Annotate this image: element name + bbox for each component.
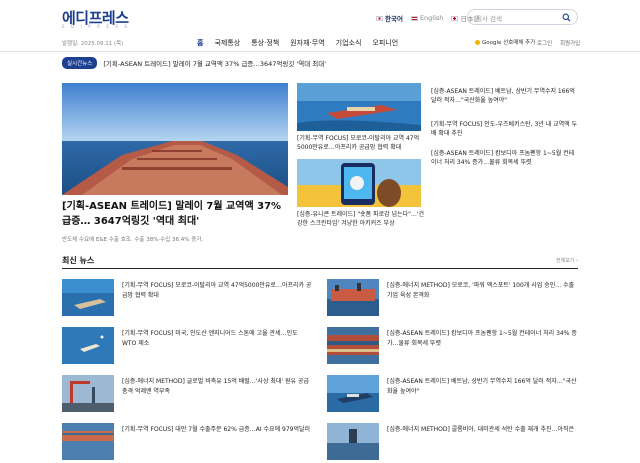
korea-flag-icon — [376, 15, 383, 21]
nav-item-opinion[interactable]: 오피니언 — [372, 38, 398, 48]
language-korean[interactable]: 한국어 — [376, 13, 403, 23]
main-nav: 홈 국제통상 통상·정책 원자재·무역 기업소식 오피니언 — [197, 38, 398, 48]
news-title[interactable]: [심층-에너지 METHOD] 모로코, '파워 엑스포트' 100개 사업 승… — [387, 281, 577, 301]
right-article-title[interactable]: [기획-무역 FOCUS] 인도-우즈베키스탄, 3년 내 교역액 두 배 확대… — [431, 120, 579, 138]
news-item[interactable]: [기획-무역 FOCUS] 대만 7월 수출주문 62% 급증…AI 수요에 9… — [62, 423, 312, 463]
google-preferred-button[interactable]: Google 선호매체 추가 — [475, 38, 535, 46]
breaking-news-ticker: 실시간뉴스 [기획-ASEAN 트레이드] 말레이 7월 교역액 37% 급증…… — [62, 57, 326, 69]
news-item[interactable]: [심층-에너지 METHOD] 모로코, '파워 엑스포트' 100개 사업 승… — [327, 279, 577, 319]
news-thumbnail[interactable] — [62, 423, 114, 460]
news-title[interactable]: [심층-에너지 METHOD] 글로벌 비축유 15억 배럴…'사상 최대' 원… — [122, 377, 312, 397]
nav-item-trade-policy[interactable]: 통상·정책 — [251, 38, 279, 48]
news-title[interactable]: [기획-무역 FOCUS] 모로코-이탈리아 교역 47억5000만유로…아프리… — [122, 281, 312, 301]
news-thumbnail[interactable] — [327, 327, 379, 364]
hero-image[interactable] — [62, 83, 288, 195]
language-switcher: 한국어 English 日本語 — [376, 13, 480, 23]
nav-item-company-news[interactable]: 기업소식 — [336, 38, 362, 48]
nav-item-international-trade[interactable]: 국제통상 — [214, 38, 240, 48]
japan-flag-icon — [451, 15, 459, 21]
news-item[interactable]: [심층-에너지 METHOD] 글로벌 비축유 15억 배럴…'사상 최대' 원… — [62, 375, 312, 415]
middle-article-image-port[interactable] — [297, 83, 421, 131]
news-thumbnail[interactable] — [327, 375, 379, 412]
google-star-icon — [475, 39, 480, 45]
search-icon[interactable] — [562, 13, 571, 22]
view-all-link[interactable]: 전체보기 › — [556, 257, 578, 264]
right-article-title[interactable]: [심층-ASEAN 트레이드] 캄보디아 프놈펜항 1~5월 컨테이너 처리 3… — [431, 149, 579, 167]
nav-item-materials-trade[interactable]: 원자재·무역 — [290, 38, 324, 48]
site-logo-subtitle: E D I P R E S S — [62, 24, 130, 29]
news-thumbnail[interactable] — [327, 423, 379, 460]
middle-article-image-phone[interactable] — [297, 159, 421, 207]
top-bar: 에디프레스 E D I P R E S S 한국어 English 日本語 기사… — [0, 0, 640, 34]
nav-item-home[interactable]: 홈 — [197, 38, 203, 48]
search-input[interactable]: 기사 검색 — [476, 13, 502, 23]
main-nav-bar: 발행일: 2025.09.11 (목) 홈 국제통상 통상·정책 원자재·무역 … — [0, 34, 640, 52]
middle-article-title[interactable]: [심층-유니콘 트레이드] "숏폼 피로감 넘는다"…'건강한 스크린타임' 겨… — [297, 210, 425, 228]
news-title[interactable]: [기획-무역 FOCUS] 대만 7월 수출주문 62% 급증…AI 수요에 9… — [122, 425, 312, 435]
language-english-label: English — [419, 14, 444, 22]
news-thumbnail[interactable] — [62, 375, 114, 412]
news-title[interactable]: [심층-ASEAN 트레이드] 캄보디아 프놈펜항 1~5월 컨테이너 처리 3… — [387, 329, 577, 349]
news-thumbnail[interactable] — [62, 279, 114, 316]
news-title[interactable]: [심층-에너지 METHOD] 콜롬비아, 대미관세 석탄 수출 재개 추진…아… — [387, 425, 577, 435]
news-item[interactable]: [심층-ASEAN 트레이드] 베트남, 상반기 무역수지 166억 달러 적자… — [327, 375, 577, 415]
search-box[interactable]: 기사 검색 — [467, 9, 578, 25]
news-item[interactable]: [기획-무역 FOCUS] 미국, 인도산 엔지니어드 스톤에 고율 관세…인도… — [62, 327, 312, 367]
language-english[interactable]: English — [410, 13, 444, 23]
middle-article-title[interactable]: [기획-무역 FOCUS] 모로코-이탈리아 교역 47억5000만유로…아프리… — [297, 134, 421, 152]
news-thumbnail[interactable] — [62, 327, 114, 364]
news-item[interactable]: [심층-에너지 METHOD] 콜롬비아, 대미관세 석탄 수출 재개 추진…아… — [327, 423, 577, 463]
ticker-badge: 실시간뉴스 — [62, 57, 98, 69]
us-flag-icon — [410, 15, 418, 21]
section-divider — [62, 268, 578, 269]
ticker-headline[interactable]: [기획-ASEAN 트레이드] 말레이 7월 교역액 37% 급증…3647억링… — [103, 58, 326, 68]
signup-link[interactable]: 회원가입 — [560, 39, 580, 47]
hero-summary: 반도체 수요에 E&E 수출 호조. 수출 38%·수입 36.4% 증가. — [62, 237, 204, 243]
news-title[interactable]: [기획-무역 FOCUS] 미국, 인도산 엔지니어드 스톤에 고율 관세…인도… — [122, 329, 312, 349]
news-thumbnail[interactable] — [327, 279, 379, 316]
publish-date: 발행일: 2025.09.11 (목) — [62, 41, 124, 47]
latest-news-heading: 최신 뉴스 — [62, 256, 95, 265]
login-link[interactable]: 로그인 — [537, 39, 552, 47]
google-preferred-label: Google 선호매체 추가 — [482, 40, 536, 46]
language-korean-label: 한국어 — [385, 15, 403, 23]
hero-headline[interactable]: [기획-ASEAN 트레이드] 말레이 7월 교역액 37% 급증… 3647억… — [62, 199, 288, 229]
news-title[interactable]: [심층-ASEAN 트레이드] 베트남, 상반기 무역수지 166억 달러 적자… — [387, 377, 577, 397]
news-item[interactable]: [기획-무역 FOCUS] 모로코-이탈리아 교역 47억5000만유로…아프리… — [62, 279, 312, 319]
right-article-title[interactable]: [심층-ASEAN 트레이드] 베트남, 상반기 무역수지 166억 달러 적자… — [431, 87, 579, 105]
news-item[interactable]: [심층-ASEAN 트레이드] 캄보디아 프놈펜항 1~5월 컨테이너 처리 3… — [327, 327, 577, 367]
